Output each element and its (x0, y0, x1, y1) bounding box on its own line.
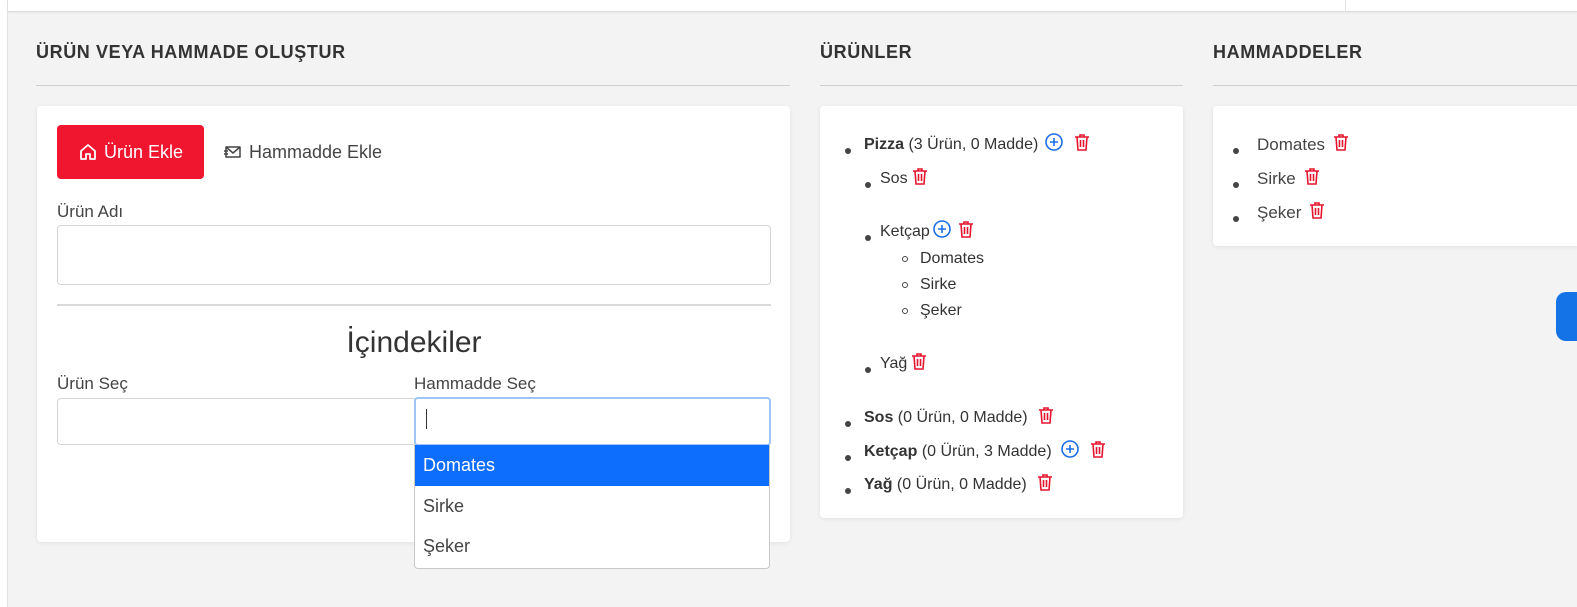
material-name: Sirke (1257, 169, 1296, 188)
trash-icon[interactable] (956, 219, 976, 239)
trash-icon[interactable] (1035, 472, 1055, 492)
bullet (845, 488, 851, 494)
select-product-label: Ürün Seç (57, 374, 128, 393)
trash-icon[interactable] (1331, 132, 1351, 152)
material-dropdown: Domates Sirke Şeker (414, 445, 770, 569)
material-name: Şeker (1257, 203, 1302, 222)
product-item-sos: Sos (0 Ürün, 0 Madde) (864, 406, 1056, 430)
home-icon (78, 142, 98, 162)
products-section-rule (820, 85, 1183, 86)
bullet (902, 256, 908, 262)
product-name: Ketçap (864, 443, 918, 460)
ketcap-item: Şeker (920, 302, 962, 319)
add-material-button-label: Hammadde Ekle (249, 141, 383, 162)
materials-section-rule (1213, 85, 1577, 86)
bullet (865, 367, 871, 373)
top-bar (8, 0, 1577, 12)
select-material-label: Hammadde Seç (414, 374, 536, 393)
pizza-child-yag: Yağ (880, 352, 929, 376)
create-section-title: ÜRÜN VEYA HAMMADE OLUŞTUR (36, 42, 346, 62)
products-card: Pizza (3 Ürün, 0 Madde) Sos Ketçap Domat… (820, 106, 1183, 518)
plus-circle-icon[interactable] (932, 219, 952, 239)
bullet (1233, 182, 1239, 188)
bullet (845, 421, 851, 427)
material-item: Şeker (1257, 201, 1327, 225)
bullet (845, 148, 851, 154)
text-caret (426, 409, 427, 429)
trash-icon[interactable] (1088, 439, 1108, 459)
product-item-yag: Yağ (0 Ürün, 0 Madde) (864, 473, 1055, 497)
dropdown-option[interactable]: Domates (415, 445, 769, 486)
trash-icon[interactable] (1036, 405, 1056, 425)
child-name: Ketçap (880, 223, 930, 240)
product-name-input[interactable] (57, 225, 771, 285)
bullet (902, 308, 908, 314)
trash-icon[interactable] (1307, 200, 1327, 220)
trash-icon[interactable] (910, 166, 930, 186)
product-name-label: Ürün Adı (57, 202, 124, 221)
floating-side-button[interactable] (1556, 292, 1577, 341)
product-name: Yağ (864, 476, 893, 493)
bullet (1233, 148, 1239, 154)
create-section-rule (36, 85, 790, 86)
ketcap-item: Domates (920, 250, 985, 267)
trash-icon[interactable] (909, 351, 929, 371)
ingredients-heading: İçindekiler (346, 326, 482, 359)
top-bar-divider (1345, 0, 1346, 12)
material-name: Domates (1257, 135, 1326, 154)
add-product-button[interactable]: Ürün Ekle (57, 125, 204, 179)
select-material-input[interactable] (414, 397, 771, 446)
product-meta: (0 Ürün, 0 Madde) (896, 476, 1027, 493)
materials-section-title: HAMMADDELER (1213, 42, 1363, 62)
select-product-input[interactable] (57, 398, 417, 445)
bullet (865, 182, 871, 188)
plus-circle-icon[interactable] (1044, 132, 1064, 152)
add-product-button-label: Ürün Ekle (103, 141, 184, 162)
material-item: Domates (1257, 133, 1351, 157)
pizza-child-sos: Sos (880, 167, 930, 191)
product-item-pizza: Pizza (3 Ürün, 0 Madde) (864, 133, 1092, 157)
materials-card: Domates Sirke Şeker (1213, 106, 1577, 246)
trash-icon[interactable] (1072, 132, 1092, 152)
product-name: Sos (864, 409, 894, 426)
mail-icon (223, 142, 243, 162)
left-edge (0, 0, 8, 607)
bullet (1233, 216, 1239, 222)
products-section-title: ÜRÜNLER (820, 42, 913, 62)
product-meta: (3 Ürün, 0 Madde) (908, 136, 1039, 153)
bullet (902, 282, 908, 288)
divider (57, 304, 771, 306)
bullet (865, 235, 871, 241)
pizza-child-ketcap: Ketçap (880, 220, 976, 244)
ketcap-item: Sirke (920, 276, 957, 293)
child-name: Yağ (880, 355, 908, 372)
product-name: Pizza (864, 136, 905, 153)
product-item-ketcap: Ketçap (0 Ürün, 3 Madde) (864, 440, 1108, 464)
dropdown-option[interactable]: Sirke (415, 486, 769, 527)
plus-circle-icon[interactable] (1060, 439, 1080, 459)
child-name: Sos (880, 170, 908, 187)
add-material-button[interactable]: Hammadde Ekle (223, 125, 382, 179)
dropdown-option[interactable]: Şeker (415, 526, 769, 567)
material-item: Sirke (1257, 167, 1322, 191)
trash-icon[interactable] (1302, 166, 1322, 186)
bullet (845, 455, 851, 461)
product-meta: (0 Ürün, 0 Madde) (897, 409, 1028, 426)
product-meta: (0 Ürün, 3 Madde) (921, 443, 1052, 460)
